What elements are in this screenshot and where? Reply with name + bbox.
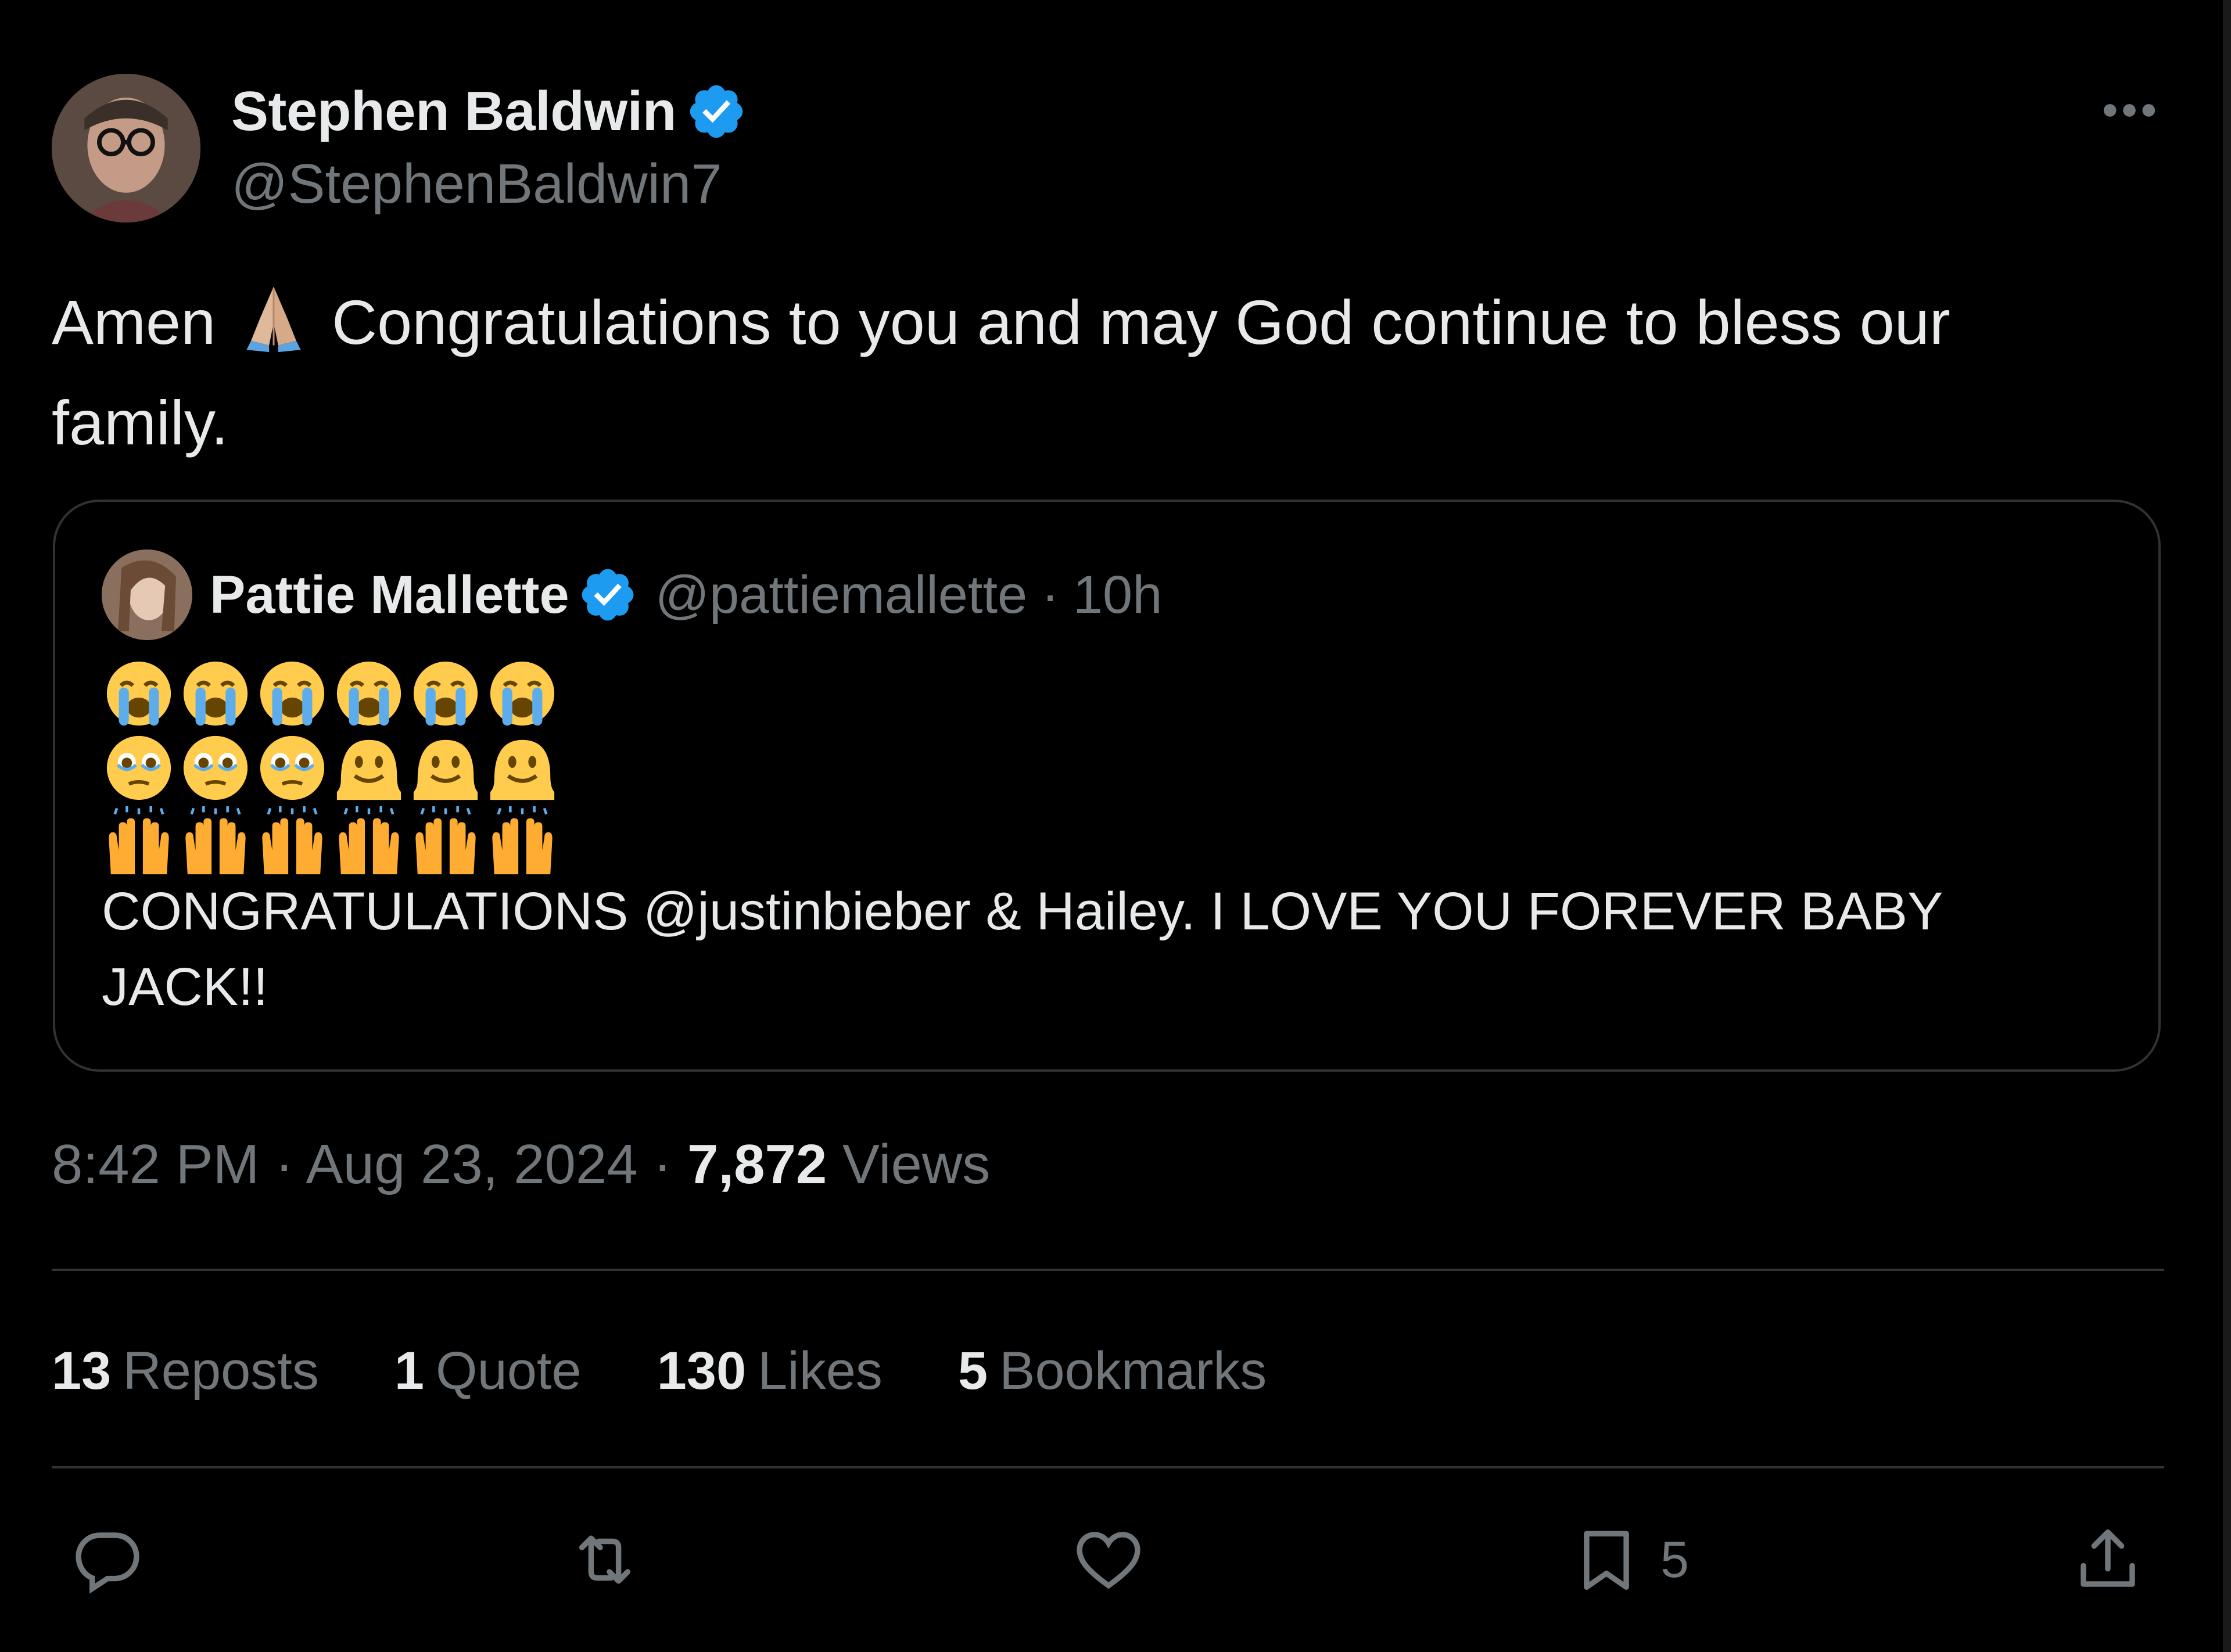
quoted-post-header: Pattie Mallette @pattiemallette · 10h (102, 548, 1162, 641)
post-meta: 8:42 PM · Aug 23, 2024 · 7,872 Views (52, 1133, 990, 1197)
post-date[interactable]: Aug 23, 2024 (306, 1133, 638, 1195)
bookmark-button[interactable]: 5 (1570, 1516, 1689, 1603)
separator-dot: · (275, 1133, 306, 1195)
quoted-post-time[interactable]: 10h (1073, 565, 1163, 626)
face-holding-back-tears-emoji-icon (106, 735, 171, 800)
face-holding-back-tears-emoji-icon (260, 735, 325, 800)
views-count: 7,872 (687, 1133, 827, 1195)
likes-label: Likes (758, 1341, 883, 1400)
engagement-stats: 13 Reposts 1 Quote 130 Likes 5 Bookmarks (52, 1336, 1342, 1406)
quoted-verified-badge-icon (582, 569, 634, 621)
repost-icon (579, 1535, 631, 1584)
melting-face-emoji-icon (490, 739, 555, 800)
quoted-emoji-grid (103, 658, 558, 881)
share-icon (2081, 1529, 2135, 1587)
quoted-post-card[interactable]: Pattie Mallette @pattiemallette · 10h CO… (53, 500, 2161, 1072)
melting-face-emoji-icon (336, 739, 401, 800)
reposts-stat[interactable]: 13 Reposts (52, 1341, 319, 1402)
action-bar: 5 (0, 1516, 2231, 1603)
melting-face-emoji-icon (413, 739, 478, 800)
author-handle[interactable]: @StephenBaldwin7 (231, 152, 722, 216)
emoji-row (103, 732, 558, 806)
reply-icon (76, 1532, 139, 1594)
loudly-crying-face-emoji-icon (336, 661, 401, 726)
quoted-avatar-image (102, 550, 192, 640)
reposts-label: Reposts (123, 1341, 319, 1400)
quoted-author-handle[interactable]: @pattiemallette (655, 565, 1028, 626)
likes-stat[interactable]: 130 Likes (657, 1341, 883, 1402)
post-detail: Stephen Baldwin @StephenBaldwin7 Amen Co… (0, 0, 2231, 1652)
bookmark-count: 5 (1660, 1531, 1689, 1588)
loudly-crying-face-emoji-icon (183, 661, 248, 726)
bookmarks-stat[interactable]: 5 Bookmarks (958, 1341, 1267, 1402)
repost-button[interactable] (568, 1516, 641, 1603)
bookmark-icon (1584, 1531, 1629, 1590)
raising-hands-emoji-icon (262, 806, 322, 875)
scrollbar-track[interactable] (2223, 0, 2231, 1652)
share-button[interactable] (2071, 1516, 2144, 1603)
post-text-end: Congratulations to you and may God conti… (52, 287, 1950, 458)
loudly-crying-face-emoji-icon (413, 661, 478, 726)
author-display-name[interactable]: Stephen Baldwin (231, 80, 676, 143)
author-name-row: Stephen Baldwin (231, 77, 747, 146)
divider (52, 1269, 2164, 1271)
bookmarks-count: 5 (957, 1341, 988, 1400)
reply-button[interactable] (71, 1516, 144, 1603)
raising-hands-emoji-icon (415, 806, 476, 875)
loudly-crying-face-emoji-icon (490, 661, 555, 726)
like-button[interactable] (1072, 1516, 1145, 1603)
avatar-image (52, 74, 200, 222)
raising-hands-emoji-icon (492, 806, 553, 875)
separator-dot: · (1041, 565, 1059, 624)
quotes-label: Quote (436, 1341, 582, 1400)
loudly-crying-face-emoji-icon (106, 661, 171, 726)
heart-icon (1077, 1532, 1140, 1589)
views-label: Views (842, 1133, 991, 1195)
quotes-stat[interactable]: 1 Quote (394, 1341, 582, 1402)
author-avatar[interactable] (52, 74, 200, 222)
bookmarks-label: Bookmarks (999, 1341, 1267, 1400)
divider (52, 1466, 2164, 1468)
verified-badge-icon[interactable] (686, 81, 747, 142)
more-options-button[interactable] (2097, 87, 2161, 134)
quotes-count: 1 (394, 1341, 425, 1400)
loudly-crying-face-emoji-icon (260, 661, 325, 726)
quoted-author-avatar[interactable] (102, 550, 192, 640)
raising-hands-emoji-icon (109, 806, 169, 875)
raising-hands-emoji-icon (185, 806, 246, 875)
post-time[interactable]: 8:42 PM (52, 1133, 260, 1195)
raising-hands-emoji-icon (339, 806, 399, 875)
face-holding-back-tears-emoji-icon (183, 735, 248, 800)
separator-dot: · (653, 1133, 688, 1195)
post-text-start: Amen (52, 287, 234, 357)
likes-count: 130 (657, 1341, 747, 1400)
emoji-row (103, 806, 558, 881)
quoted-post-text: CONGRATULATIONS @justinbieber & Hailey. … (102, 882, 1942, 1017)
post-text: Amen Congratulations to you and may God … (52, 273, 2050, 468)
quoted-author-name[interactable]: Pattie Mallette (210, 565, 569, 626)
emoji-row (103, 658, 558, 732)
more-horizontal-icon (2103, 104, 2155, 117)
folded-hands-emoji-icon (233, 273, 314, 378)
reposts-count: 13 (52, 1341, 112, 1400)
